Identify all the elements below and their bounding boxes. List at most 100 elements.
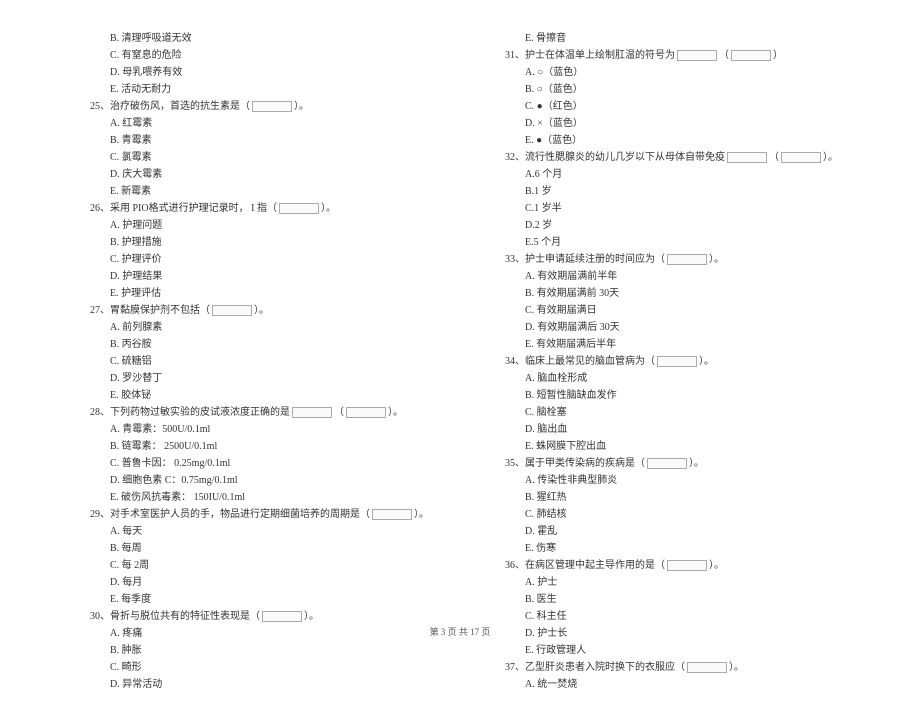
option-label: D. <box>525 322 537 333</box>
answer-blank[interactable] <box>279 203 319 214</box>
answer-option: A. 有效期届满前半年 <box>505 268 870 285</box>
answer-option: B. ○（蓝色） <box>505 81 870 98</box>
option-text: 细胞色素 C：0.75mg/0.1ml <box>122 475 237 486</box>
answer-option: A.6 个月 <box>505 166 870 183</box>
question-number: 28、 <box>90 407 110 418</box>
question-text: ）。 <box>321 203 336 214</box>
option-text: 每月 <box>122 577 142 588</box>
option-label: D. <box>110 577 122 588</box>
question-text: 护士在体温单上绘制肛温的符号为 <box>525 50 675 61</box>
answer-option: A. 每天 <box>90 523 455 540</box>
question-number: 30、 <box>90 611 110 622</box>
answer-option: B. 猩红热 <box>505 489 870 506</box>
answer-blank[interactable] <box>727 152 767 163</box>
question-text: 护士申请延续注册的时间应为（ <box>525 254 665 265</box>
answer-option: C. 硫糖铝 <box>90 353 455 370</box>
option-text: 清理呼吸道无效 <box>122 33 192 44</box>
answer-blank[interactable] <box>677 50 717 61</box>
answer-option: E. 每季度 <box>90 591 455 608</box>
answer-option: E. 蛛网膜下腔出血 <box>505 438 870 455</box>
option-text: 脑血栓形成 <box>537 373 587 384</box>
answer-option: C. 有窒息的危险 <box>90 47 455 64</box>
question-text: 临床上最常见的脑血管病为（ <box>525 356 655 367</box>
answer-option: B. 丙谷胺 <box>90 336 455 353</box>
question-number: 29、 <box>90 509 110 520</box>
option-text: 有效期届满前 30天 <box>537 288 620 299</box>
option-text: 氯霉素 <box>122 152 152 163</box>
option-text: 母乳喂养有效 <box>122 67 182 78</box>
option-text: 硫糖铝 <box>122 356 152 367</box>
answer-option: D. 庆大霉素 <box>90 166 455 183</box>
option-text: 破伤风抗毒素： 150IU/0.1ml <box>121 492 245 503</box>
answer-blank[interactable] <box>731 50 771 61</box>
question-text: ）。 <box>254 305 269 316</box>
answer-blank[interactable] <box>657 356 697 367</box>
option-text: 护理措施 <box>122 237 162 248</box>
question-text: 下列药物过敏实验的皮试液浓度正确的是 <box>110 407 290 418</box>
option-text: ×（蓝色） <box>537 118 583 129</box>
question-stem: 26、采用 PIO格式进行护理记录时， I 指（）。 <box>90 200 455 217</box>
answer-blank[interactable] <box>346 407 386 418</box>
answer-option: A. 前列腺素 <box>90 319 455 336</box>
option-label: D. <box>110 169 122 180</box>
question-text: 对手术室医护人员的手，物品进行定期细菌培养的周期是（ <box>110 509 370 520</box>
option-label: B. <box>110 237 122 248</box>
option-text: 护理问题 <box>122 220 162 231</box>
option-label: C. <box>110 458 122 469</box>
option-text: 活动无耐力 <box>121 84 171 95</box>
answer-blank[interactable] <box>687 662 727 673</box>
option-text: 科主任 <box>537 611 567 622</box>
option-text: 霍乱 <box>537 526 557 537</box>
option-label: E. <box>110 594 121 605</box>
answer-option: A. 红霉素 <box>90 115 455 132</box>
answer-option: D. ×（蓝色） <box>505 115 870 132</box>
option-label: A. <box>525 679 537 690</box>
question-text: 乙型肝炎患者入院时换下的衣服应（ <box>525 662 685 673</box>
option-text: 护士 <box>537 577 557 588</box>
question-text: 。 <box>393 407 403 418</box>
answer-blank[interactable] <box>781 152 821 163</box>
question-number: 25、 <box>90 101 110 112</box>
answer-option: C. 科主任 <box>505 608 870 625</box>
answer-blank[interactable] <box>262 611 302 622</box>
option-label: E. <box>525 645 536 656</box>
option-label: C. <box>525 101 537 112</box>
question-text: 。 <box>828 152 838 163</box>
answer-option: B. 有效期届满前 30天 <box>505 285 870 302</box>
option-text: 有效期届满后半年 <box>536 339 616 350</box>
option-label: C. <box>110 50 122 61</box>
question-number: 36、 <box>505 560 525 571</box>
option-text: 每 2周 <box>122 560 150 571</box>
answer-blank[interactable] <box>667 560 707 571</box>
answer-option: D.2 岁 <box>505 217 870 234</box>
option-label: E. <box>110 84 121 95</box>
option-text: 庆大霉素 <box>122 169 162 180</box>
option-text: 传染性非典型肺炎 <box>537 475 617 486</box>
question-text: 骨折与脱位共有的特征性表现是（ <box>110 611 260 622</box>
option-label: C. <box>525 611 537 622</box>
answer-blank[interactable] <box>647 458 687 469</box>
answer-option: B. 医生 <box>505 591 870 608</box>
answer-option: E. 伤寒 <box>505 540 870 557</box>
option-label: B. <box>525 492 537 503</box>
question-text: ）。 <box>689 458 704 469</box>
answer-blank[interactable] <box>372 509 412 520</box>
option-label: E. <box>110 492 121 503</box>
question-text: （ <box>334 407 344 418</box>
answer-blank[interactable] <box>292 407 332 418</box>
answer-option: C. 有效期届满日 <box>505 302 870 319</box>
option-text: 猩红热 <box>537 492 567 503</box>
question-text: （ <box>769 152 779 163</box>
answer-blank[interactable] <box>212 305 252 316</box>
answer-blank[interactable] <box>252 101 292 112</box>
option-label: B. <box>525 288 537 299</box>
answer-blank[interactable] <box>667 254 707 265</box>
option-label: C. <box>110 560 122 571</box>
option-label: E. <box>110 288 121 299</box>
option-label: D. <box>110 373 122 384</box>
option-label: E. <box>525 33 536 44</box>
option-label: C. <box>110 662 122 673</box>
option-label: D. <box>110 67 122 78</box>
answer-option: E. 破伤风抗毒素： 150IU/0.1ml <box>90 489 455 506</box>
answer-option: D. 有效期届满后 30天 <box>505 319 870 336</box>
